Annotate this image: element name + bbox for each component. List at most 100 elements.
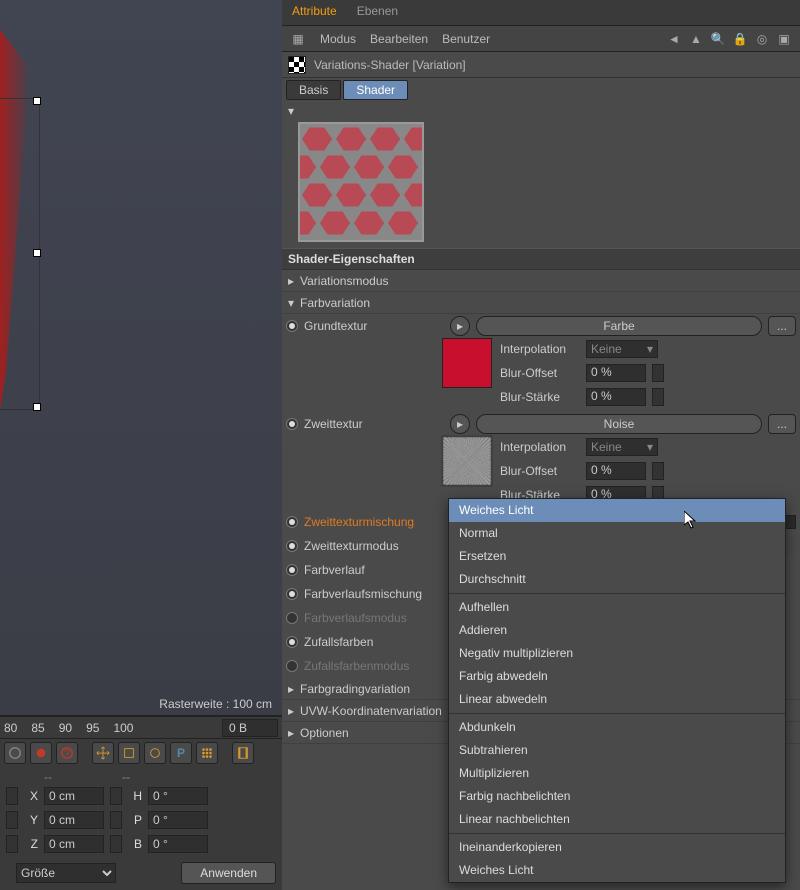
- grundtextur-radio[interactable]: [286, 320, 298, 332]
- menu-edit[interactable]: Bearbeiten: [370, 32, 428, 46]
- timeline-field[interactable]: 0 B: [222, 719, 278, 737]
- selection-handle[interactable]: [34, 404, 40, 410]
- size-select[interactable]: Größe: [16, 863, 116, 883]
- row-variation-mode[interactable]: ▸Variationsmodus: [282, 270, 800, 292]
- coord-x-stepper[interactable]: [6, 787, 18, 805]
- dropdown-selected[interactable]: Weiches Licht: [449, 499, 785, 522]
- dropdown-item[interactable]: Ersetzen: [449, 545, 785, 568]
- timeline-ruler[interactable]: 80 85 90 95 100 0 B: [0, 716, 282, 738]
- coord-p-input[interactable]: [148, 811, 208, 829]
- dropdown-item[interactable]: Aufhellen: [449, 596, 785, 619]
- zweittextur-value-button[interactable]: Noise: [476, 414, 762, 434]
- random-radio[interactable]: [286, 636, 298, 648]
- dropdown-item[interactable]: Ineinanderkopieren: [449, 836, 785, 859]
- blurstr-input[interactable]: 0 %: [586, 388, 646, 406]
- blurstr-spin[interactable]: [652, 388, 664, 406]
- grundtextur-more-button[interactable]: ...: [768, 316, 796, 336]
- dropdown-item[interactable]: Subtrahieren: [449, 739, 785, 762]
- tool-film-icon[interactable]: [232, 742, 254, 764]
- section-shader-props: Shader-Eigenschaften: [282, 248, 800, 270]
- coord-h-stepper[interactable]: [110, 787, 122, 805]
- randommode-radio[interactable]: [286, 660, 298, 672]
- coord-h-input[interactable]: [148, 787, 208, 805]
- zweittextur-arrow-button[interactable]: ▸: [450, 414, 470, 434]
- bluroff2-input[interactable]: 0 %: [586, 462, 646, 480]
- coord-x-input[interactable]: [44, 787, 104, 805]
- nav-target-icon[interactable]: ◎: [754, 31, 770, 47]
- nav-back-icon[interactable]: ◄: [666, 31, 682, 47]
- gradientmix-label: Farbverlaufsmischung: [304, 587, 444, 601]
- ruler-tick: 95: [86, 721, 99, 735]
- gradient-radio[interactable]: [286, 564, 298, 576]
- tool-move-icon[interactable]: [92, 742, 114, 764]
- coord-b-input[interactable]: [148, 835, 208, 853]
- ruler-tick: 100: [113, 721, 133, 735]
- ruler-tick: 85: [31, 721, 44, 735]
- interp-select[interactable]: Keine▾: [586, 340, 658, 358]
- dropdown-item[interactable]: Linear abwedeln: [449, 688, 785, 711]
- nav-search-icon[interactable]: 🔍: [710, 31, 726, 47]
- nav-lock-icon[interactable]: 🔒: [732, 31, 748, 47]
- dropdown-item[interactable]: Farbig abwedeln: [449, 665, 785, 688]
- grundtextur-value-button[interactable]: Farbe: [476, 316, 762, 336]
- coord-p-label: P: [128, 813, 142, 827]
- coord-b-stepper[interactable]: [110, 835, 122, 853]
- 3d-viewport[interactable]: Rasterweite : 100 cm: [0, 0, 282, 716]
- subtab-shader[interactable]: Shader: [343, 80, 408, 100]
- zweittextur-more-button[interactable]: ...: [768, 414, 796, 434]
- dropdown-item[interactable]: Addieren: [449, 619, 785, 642]
- bluroff-spin[interactable]: [652, 364, 664, 382]
- dropdown-item[interactable]: Weiches Licht: [449, 859, 785, 882]
- tool-record-icon[interactable]: [30, 742, 52, 764]
- zweittextur-swatch[interactable]: [442, 436, 492, 486]
- shader-preview[interactable]: [298, 122, 424, 242]
- coord-y-stepper[interactable]: [6, 811, 18, 829]
- dropdown-item[interactable]: Durchschnitt: [449, 568, 785, 591]
- dropdown-item[interactable]: Abdunkeln: [449, 716, 785, 739]
- dropdown-separator: [449, 833, 785, 834]
- coord-p-stepper[interactable]: [110, 811, 122, 829]
- nav-new-icon[interactable]: ▣: [776, 31, 792, 47]
- menu-mode[interactable]: Modus: [320, 32, 356, 46]
- dropdown-item[interactable]: Normal: [449, 522, 785, 545]
- mix-radio[interactable]: [286, 516, 298, 528]
- blend-mode-dropdown[interactable]: Weiches Licht Normal Ersetzen Durchschni…: [448, 498, 786, 883]
- object-header: Variations-Shader [Variation]: [282, 52, 800, 78]
- gradientmix-radio[interactable]: [286, 588, 298, 600]
- tool-cube-icon[interactable]: [118, 742, 140, 764]
- grundtextur-swatch[interactable]: [442, 338, 492, 388]
- dropdown-item[interactable]: Farbig nachbelichten: [449, 785, 785, 808]
- zweittextur-radio[interactable]: [286, 418, 298, 430]
- coord-dash: --: [122, 770, 130, 784]
- dropdown-item[interactable]: Linear nachbelichten: [449, 808, 785, 831]
- interp2-select[interactable]: Keine▾: [586, 438, 658, 456]
- row-color-variation[interactable]: ▾Farbvariation: [282, 292, 800, 314]
- subtab-basis[interactable]: Basis: [286, 80, 341, 100]
- nav-up-icon[interactable]: ▲: [688, 31, 704, 47]
- tool-help-icon[interactable]: ?: [56, 742, 78, 764]
- coord-z-stepper[interactable]: [6, 835, 18, 853]
- bluroff2-spin[interactable]: [652, 462, 664, 480]
- zweittextur-label: Zweittextur: [304, 417, 444, 431]
- selection-handle[interactable]: [34, 250, 40, 256]
- coord-z-input[interactable]: [44, 835, 104, 853]
- grundtextur-arrow-button[interactable]: ▸: [450, 316, 470, 336]
- apply-button[interactable]: Anwenden: [181, 862, 276, 884]
- dropdown-item[interactable]: Multiplizieren: [449, 762, 785, 785]
- dropdown-item[interactable]: Negativ multiplizieren: [449, 642, 785, 665]
- mode-radio[interactable]: [286, 540, 298, 552]
- tool-grid-icon[interactable]: [196, 742, 218, 764]
- menu-grid-icon[interactable]: ▦: [290, 31, 306, 47]
- menu-user[interactable]: Benutzer: [442, 32, 490, 46]
- bluroff-input[interactable]: 0 %: [586, 364, 646, 382]
- interp-label: Interpolation: [500, 342, 580, 356]
- tool-rotate-icon[interactable]: [144, 742, 166, 764]
- tab-layers[interactable]: Ebenen: [347, 0, 408, 25]
- tool-globe-icon[interactable]: [4, 742, 26, 764]
- tool-param-icon[interactable]: P: [170, 742, 192, 764]
- selection-handle[interactable]: [34, 98, 40, 104]
- tab-attribute[interactable]: Attribute: [282, 0, 347, 25]
- gradientmode-radio[interactable]: [286, 612, 298, 624]
- preview-disclosure[interactable]: ▾: [286, 104, 294, 118]
- coord-y-input[interactable]: [44, 811, 104, 829]
